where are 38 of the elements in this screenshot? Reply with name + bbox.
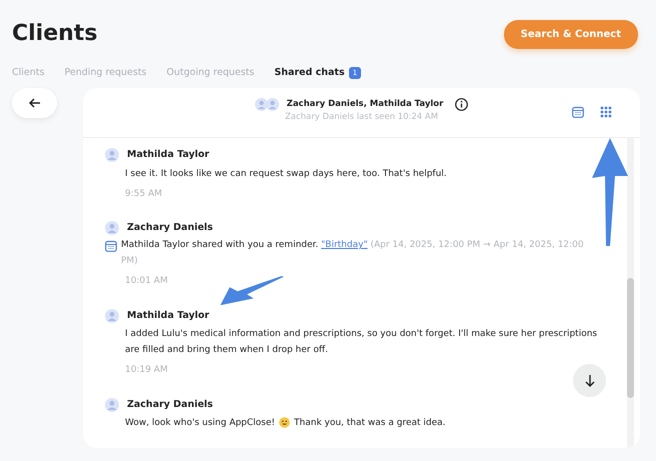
- participants-name: Zachary Daniels, Mathilda Taylor: [286, 98, 444, 112]
- apps-grid-button[interactable]: [600, 106, 612, 118]
- tab[interactable]: Clients: [12, 66, 44, 80]
- message-time: 10:01 AM: [125, 275, 169, 288]
- down-arrow-icon: [584, 374, 594, 388]
- grid-icon: [600, 106, 612, 118]
- message-text: Wow, look who's using AppClose!: [125, 416, 276, 430]
- back-arrow-icon: [28, 98, 40, 108]
- sender-name: Mathilda Taylor: [127, 148, 210, 162]
- sender-name: Mathilda Taylor: [127, 308, 210, 323]
- sender-name: Zachary Daniels: [127, 398, 213, 412]
- avatar-icon: [105, 148, 119, 162]
- smiley-icon: [279, 417, 290, 428]
- avatar-icon: [105, 308, 119, 323]
- reminder-link[interactable]: "Birthday": [321, 240, 368, 250]
- info-icon[interactable]: [455, 98, 468, 112]
- message-text: Thank you, that was a great idea.: [294, 416, 446, 430]
- search-connect-button[interactable]: Search & Connect: [504, 20, 638, 49]
- tab[interactable]: Shared chats: [274, 66, 345, 80]
- sender-name: Zachary Daniels: [127, 221, 213, 235]
- calendar-button[interactable]: [572, 106, 584, 118]
- page-title: Clients: [12, 21, 98, 48]
- participants-avatar-icon: [254, 98, 279, 112]
- avatar-icon: [105, 221, 119, 236]
- calendar-icon: [572, 106, 584, 118]
- scrollbar-thumb[interactable]: [627, 278, 634, 398]
- avatar-icon: [105, 398, 119, 412]
- calendar-icon: [105, 240, 117, 252]
- message-time: 9:55 AM: [125, 188, 163, 200]
- tab[interactable]: Pending requests: [64, 66, 147, 80]
- last-seen-text: Zachary Daniels last seen 10:24 AM: [284, 111, 438, 124]
- message-text: I see it. It looks like we can request swap days here, too. That's helpful.: [125, 168, 448, 180]
- tab[interactable]: Outgoing requests: [166, 66, 254, 80]
- message-text: Mathilda Taylor shared with you a reminder. "Birthday" (Apr 14, 2025, 12:00 PM → Apr 14, 2025, 12:00 PM): [121, 239, 585, 268]
- back-button[interactable]: [12, 88, 57, 118]
- scroll-down-button[interactable]: [573, 364, 606, 398]
- message-text: I added Lulu's medical information and prescriptions, so you don't forget. I'll make sure her prescriptions are filled and bring them when I drop her off.: [125, 328, 598, 357]
- message-time: 10:19 AM: [125, 364, 169, 377]
